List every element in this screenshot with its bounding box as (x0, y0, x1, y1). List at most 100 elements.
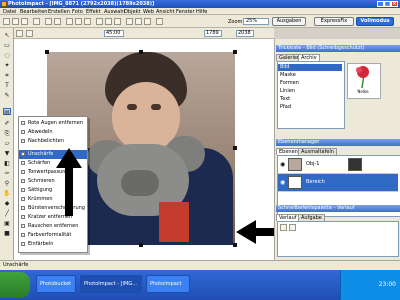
preview-label: Nelke (357, 89, 369, 94)
hand-tool-icon[interactable]: ✋ (3, 190, 11, 197)
lasso-tool-icon[interactable]: ◌ (3, 52, 11, 59)
layer-row[interactable]: ◉ Obj-1 (278, 156, 398, 174)
undo-icon[interactable] (45, 18, 52, 25)
color-swatch-icon[interactable]: ■ (3, 230, 11, 237)
rotate-icon[interactable] (114, 18, 121, 25)
crop-tool-icon[interactable]: ⌗ (3, 72, 11, 79)
shape-tool-icon[interactable]: ◆ (3, 200, 11, 207)
magic-wand-icon[interactable]: ✦ (3, 62, 11, 69)
width-field[interactable]: 1789 (204, 30, 222, 37)
tab-verlauf[interactable]: Verlauf (276, 214, 300, 221)
start-button[interactable] (0, 272, 30, 298)
tree-item-maske[interactable]: Maske (280, 72, 296, 79)
angle-field[interactable]: 45:00 (104, 30, 124, 37)
browser-icon[interactable] (135, 18, 142, 25)
carnation-image (356, 66, 369, 89)
resize-icon[interactable] (105, 18, 112, 25)
print-icon[interactable] (33, 18, 40, 25)
tree-item-text[interactable]: Text (280, 96, 290, 103)
preview-icon[interactable] (126, 18, 133, 25)
text-tool-icon[interactable]: T (3, 82, 11, 89)
save-icon[interactable] (21, 18, 28, 25)
clone-tool-icon[interactable]: ⎘ (3, 130, 11, 137)
mode-icon[interactable] (16, 30, 23, 37)
selection-handle[interactable] (233, 146, 237, 150)
path-tool-icon[interactable]: ✎ (3, 92, 11, 99)
tree-item-linien[interactable]: Linien (280, 88, 295, 95)
select-tool-icon[interactable]: ▭ (3, 42, 11, 49)
tab-archiv[interactable]: Archiv (298, 54, 320, 61)
history-record-icon[interactable] (289, 224, 296, 231)
zoom-select[interactable]: 25% (243, 18, 269, 25)
paste-icon[interactable] (84, 18, 91, 25)
layer-row[interactable]: ◉ Bereich (278, 174, 398, 192)
fill-tool-icon[interactable]: ▼ (3, 150, 11, 157)
menu-item-dodge[interactable]: Abwedeln (19, 128, 87, 137)
task-photobucket[interactable]: Photobucket (36, 275, 76, 293)
cut-icon[interactable] (66, 18, 73, 25)
tray-clock: 23:00 (378, 281, 396, 288)
quick-panel-tabs: Verlauf Aufgabe (276, 214, 400, 221)
eyedropper-icon[interactable]: ✑ (3, 170, 11, 177)
tree-item-bild[interactable]: Bild (278, 64, 342, 71)
toolbox: ↖ ▭ ◌ ✦ ⌗ T ✎ ▤ ✐ ⎘ ▱ ▼ ◧ ✑ ⚲ ✋ ◆ ╱ ▣ ■ (0, 28, 14, 260)
close-button[interactable]: × (391, 1, 398, 7)
brush-tool-icon[interactable]: ✐ (3, 120, 11, 127)
history-play-icon[interactable] (280, 224, 287, 231)
shape-icon[interactable] (26, 30, 33, 37)
crop-icon[interactable] (96, 18, 103, 25)
photo-eye-left (127, 104, 137, 110)
redo-icon[interactable] (54, 18, 61, 25)
expressfix-button[interactable]: ExpressFix (314, 17, 354, 26)
library-panel-title: Trickkiste - Bild (Schreibgeschützt) (276, 45, 400, 52)
maximize-button[interactable]: □ (384, 1, 391, 7)
main-toolbar: Zoom 25% Ausgaben ExpressFix Vollmodus (0, 15, 400, 28)
library-preview[interactable]: Nelke (347, 63, 381, 99)
eye-icon[interactable]: ◉ (280, 179, 285, 186)
right-panel-dock: Trickkiste - Bild (Schreibgeschützt) Gal… (274, 39, 400, 260)
options-bar: 45:00 1789 2038 (14, 28, 274, 39)
output-button[interactable]: Ausgaben (272, 17, 306, 26)
app-icon (1, 1, 7, 7)
menu-item-tint[interactable]: Einfärbeln (19, 240, 87, 249)
photo-shirt (159, 202, 189, 242)
copy-icon[interactable] (75, 18, 82, 25)
eraser-tool-icon[interactable]: ▱ (3, 140, 11, 147)
layer-name: Bereich (306, 179, 325, 185)
pick-tool-icon[interactable]: ↖ (3, 32, 11, 39)
status-bar: Unschärfe (0, 260, 400, 270)
retouch-tool-icon[interactable]: ▤ (3, 108, 11, 116)
selection-handle[interactable] (233, 50, 237, 54)
gradient-tool-icon[interactable]: ◧ (3, 160, 11, 167)
photo-bear-snout (121, 170, 159, 196)
layers-tabs: Ebenen Ausmaltafeln (276, 148, 400, 155)
menu-item-burn[interactable]: Nachbelichten (19, 137, 87, 146)
scan-icon[interactable] (144, 18, 151, 25)
minimize-button[interactable]: _ (377, 1, 384, 7)
eye-icon[interactable]: ◉ (280, 161, 285, 168)
menu-item-color-tone[interactable]: Farbverformalität (19, 231, 87, 240)
selection-handle[interactable] (139, 50, 143, 54)
task-photoimpact[interactable]: Photoimpact (146, 275, 190, 293)
menu-item-red-eye[interactable]: Rote Augen entfernen (19, 119, 87, 128)
tree-item-formen[interactable]: Formen (280, 80, 299, 87)
task-photoimpact-img[interactable]: PhotoImpact - [IMG... (80, 275, 142, 293)
new-file-icon[interactable] (3, 18, 10, 25)
tab-ausmaltafeln[interactable]: Ausmaltafeln (298, 148, 337, 155)
window-title: PhotoImpact - [IMG_8871 (2792x2038)(1789… (8, 1, 155, 7)
fullmode-button[interactable]: Vollmodus (356, 17, 394, 26)
tree-item-pfad[interactable]: Pfad (280, 104, 291, 111)
stamp-tool-icon[interactable]: ▣ (3, 220, 11, 227)
height-field[interactable]: 2038 (236, 30, 254, 37)
menu-item-noise-remove[interactable]: Rauschen entfernen (19, 222, 87, 231)
help-icon[interactable] (156, 18, 163, 25)
selection-handle[interactable] (139, 243, 143, 247)
zoom-tool-icon[interactable]: ⚲ (3, 180, 11, 187)
layer-mask-thumb (348, 158, 362, 171)
menu-bar: Datei Bearbeiten Erstellen Foto Effekt A… (0, 8, 400, 15)
selection-handle[interactable] (45, 50, 49, 54)
tab-aufgabe[interactable]: Aufgabe (298, 214, 325, 221)
open-file-icon[interactable] (12, 18, 19, 25)
line-tool-icon[interactable]: ╱ (3, 210, 11, 217)
history-list[interactable] (277, 221, 399, 257)
